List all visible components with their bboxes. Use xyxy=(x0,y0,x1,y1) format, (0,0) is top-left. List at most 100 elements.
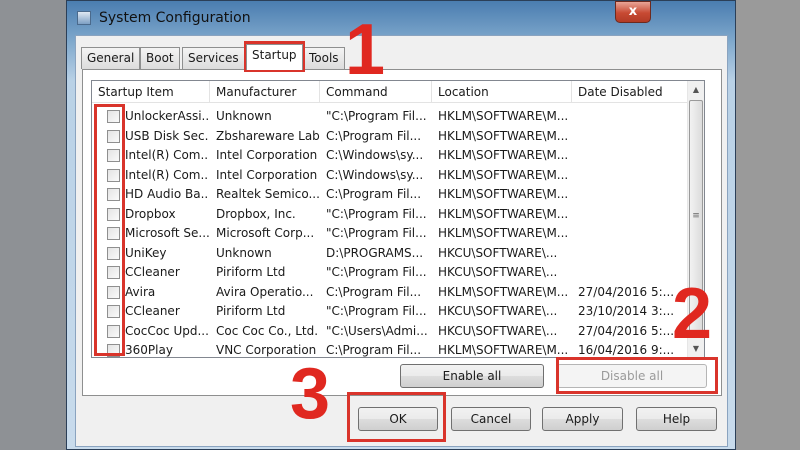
cell-location: HKCU\SOFTWARE\... xyxy=(438,323,558,338)
startup-item-checkbox[interactable] xyxy=(107,207,120,221)
cell-manufacturer: Piriform Ltd xyxy=(216,304,286,318)
cell-item: UnlockerAssi... xyxy=(125,109,209,123)
cell-location: HKLM\SOFTWARE\M... xyxy=(438,109,569,123)
table-row[interactable]: CocCoc Upd... Coc Coc Co., Ltd. "C:\Users\… xyxy=(92,322,688,342)
cell-location: HKLM\SOFTWARE\M... xyxy=(438,226,569,240)
cell-manufacturer: Intel Corporation xyxy=(216,167,318,182)
startup-item-checkbox[interactable] xyxy=(107,110,120,123)
cell-command: "C:\Program Fil... xyxy=(326,226,427,240)
cell-command: C:\Program Fil... xyxy=(326,343,422,357)
table-row[interactable]: Avira Avira Operatio... C:\Program Fil... H… xyxy=(92,283,688,303)
table-row[interactable]: CCleaner Piriform Ltd "C:\Program Fil... HK… xyxy=(92,263,688,283)
cell-manufacturer: Unknown xyxy=(216,109,272,123)
cell-item: 360Play xyxy=(125,343,173,357)
startup-item-checkbox[interactable] xyxy=(107,266,120,279)
table-row[interactable]: HD Audio Ba... Realtek Semico... C:\Progra… xyxy=(92,185,688,205)
cell-command: "C:\Program Fil... xyxy=(326,304,427,318)
table-row[interactable]: USB Disk Sec... Zbshareware Lab C:\Program… xyxy=(92,127,688,147)
cell-command: C:\Program Fil... xyxy=(326,284,422,299)
startup-item-checkbox[interactable] xyxy=(107,246,120,260)
tab-general[interactable]: General xyxy=(81,47,141,69)
annotation-1: 1 xyxy=(345,10,386,90)
startup-item-checkbox[interactable] xyxy=(107,188,120,201)
cell-item: Dropbox xyxy=(125,206,176,221)
column-startup-item[interactable]: Startup Item xyxy=(92,81,210,103)
cell-date: 27/04/2016 5:... xyxy=(578,323,675,338)
title-bar: System Configuration x xyxy=(67,1,735,37)
cell-location: HKLM\SOFTWARE\M... xyxy=(438,206,569,221)
column-date-disabled[interactable]: Date Disabled xyxy=(572,81,688,103)
table-row[interactable]: UnlockerAssi... Unknown "C:\Program Fil...… xyxy=(92,107,688,127)
cell-command: D:\PROGRAMS... xyxy=(326,245,424,260)
tab-services[interactable]: Services xyxy=(182,47,245,69)
cell-item: CocCoc Upd... xyxy=(125,323,209,338)
cell-location: HKCU\SOFTWARE\... xyxy=(438,304,558,318)
annotation-3: 3 xyxy=(290,354,331,434)
table-row[interactable]: Dropbox Dropbox, Inc. "C:\Program Fil... HK… xyxy=(92,205,688,225)
ok-button[interactable]: OK xyxy=(358,407,438,431)
cell-item: Microsoft Se... xyxy=(125,226,209,240)
cell-item: Avira xyxy=(125,284,156,299)
cell-location: HKLM\SOFTWARE\M... xyxy=(438,187,569,201)
table-row[interactable]: UniKey Unknown D:\PROGRAMS... HKCU\SOFTWARE… xyxy=(92,244,688,264)
cancel-button[interactable]: Cancel xyxy=(451,407,531,431)
annotation-2: 2 xyxy=(672,274,713,354)
window-title: System Configuration xyxy=(99,10,251,26)
cell-manufacturer: Intel Corporation xyxy=(216,148,318,162)
startup-item-checkbox[interactable] xyxy=(107,344,120,357)
table-row[interactable]: Microsoft Se... Microsoft Corp... "C:\Prog… xyxy=(92,224,688,244)
column-manufacturer[interactable]: Manufacturer xyxy=(210,81,320,103)
cell-item: Intel(R) Com... xyxy=(125,167,209,182)
close-button[interactable]: x xyxy=(615,1,651,23)
startup-item-checkbox[interactable] xyxy=(107,305,120,318)
startup-item-checkbox[interactable] xyxy=(107,324,120,338)
cell-command: "C:\Program Fil... xyxy=(326,109,427,123)
cell-command: "C:\Program Fil... xyxy=(326,206,427,221)
cell-item: CCleaner xyxy=(125,265,180,279)
cell-command: "C:\Program Fil... xyxy=(326,265,427,279)
cell-manufacturer: Unknown xyxy=(216,245,272,260)
cell-command: C:\Windows\sy... xyxy=(326,148,424,162)
tab-startup[interactable]: Startup xyxy=(246,44,303,70)
table-row[interactable]: Intel(R) Com... Intel Corporation C:\Windo… xyxy=(92,146,688,166)
apply-button[interactable]: Apply xyxy=(542,407,623,431)
cell-location: HKLM\SOFTWARE\M... xyxy=(438,148,569,162)
dialog-client: General Boot Services Startup Tools Star… xyxy=(75,35,728,447)
startup-panel: Startup Item Manufacturer Command Locati… xyxy=(82,69,722,396)
list-header: Startup Item Manufacturer Command Locati… xyxy=(92,81,688,103)
scroll-up-icon[interactable]: ▲ xyxy=(688,81,704,98)
help-button[interactable]: Help xyxy=(636,407,717,431)
cell-location: HKLM\SOFTWARE\M... xyxy=(438,167,569,182)
cell-manufacturer: Coc Coc Co., Ltd. xyxy=(216,323,319,338)
cell-location: HKLM\SOFTWARE\M... xyxy=(438,343,569,357)
startup-item-checkbox[interactable] xyxy=(107,285,120,299)
enable-all-button[interactable]: Enable all xyxy=(400,364,544,388)
startup-item-checkbox[interactable] xyxy=(107,149,120,162)
startup-item-checkbox[interactable] xyxy=(107,168,120,182)
cell-command: C:\Program Fil... xyxy=(326,187,422,201)
cell-item: UniKey xyxy=(125,245,167,260)
cell-location: HKCU\SOFTWARE\... xyxy=(438,265,558,279)
disable-all-button[interactable]: Disable all xyxy=(557,364,707,388)
table-row[interactable]: Intel(R) Com... Intel Corporation C:\Windo… xyxy=(92,166,688,186)
startup-item-checkbox[interactable] xyxy=(107,129,120,143)
cell-manufacturer: Piriform Ltd xyxy=(216,265,286,279)
table-row[interactable]: 360Play VNC Corporation C:\Program Fil... H… xyxy=(92,341,688,357)
table-row[interactable]: CCleaner Piriform Ltd "C:\Program Fil... HK… xyxy=(92,302,688,322)
cell-command: C:\Program Fil... xyxy=(326,128,422,143)
system-configuration-window: System Configuration x General Boot Serv… xyxy=(66,0,736,450)
cell-date: 23/10/2014 3:... xyxy=(578,304,675,318)
startup-list[interactable]: Startup Item Manufacturer Command Locati… xyxy=(91,80,705,358)
startup-item-checkbox[interactable] xyxy=(107,227,120,240)
cell-manufacturer: Avira Operatio... xyxy=(216,284,314,299)
background-left xyxy=(0,0,66,450)
cell-manufacturer: Zbshareware Lab xyxy=(216,128,320,143)
column-location[interactable]: Location xyxy=(432,81,572,103)
cell-manufacturer: Microsoft Corp... xyxy=(216,226,315,240)
cell-item: CCleaner xyxy=(125,304,180,318)
cell-date: 27/04/2016 5:... xyxy=(578,284,675,299)
tab-tools[interactable]: Tools xyxy=(303,47,345,69)
cell-location: HKLM\SOFTWARE\M... xyxy=(438,284,569,299)
background-right xyxy=(735,0,800,450)
tab-boot[interactable]: Boot xyxy=(140,47,180,69)
